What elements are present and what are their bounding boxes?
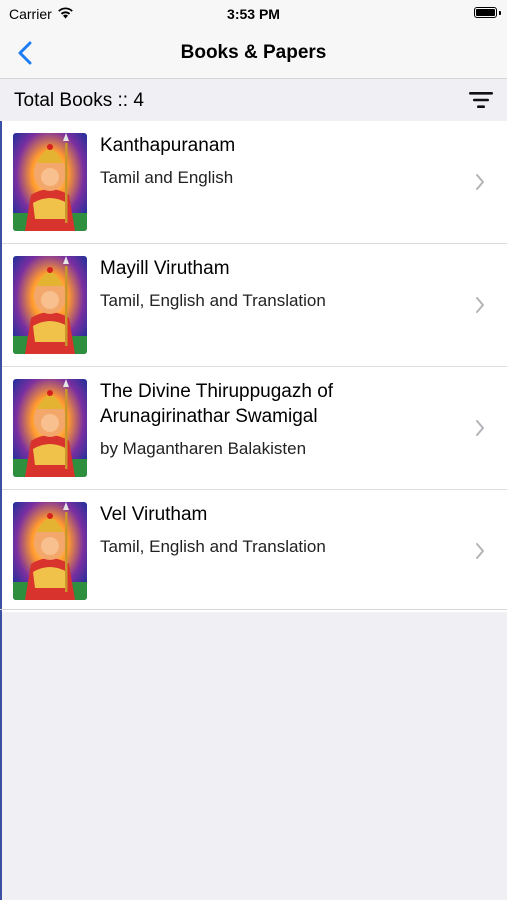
section-header: Total Books :: 4 <box>0 79 507 121</box>
navigation-bar: Books & Papers <box>0 28 507 79</box>
book-cover-thumbnail <box>13 379 87 477</box>
list-divider <box>0 609 507 610</box>
battery-tip <box>499 11 501 15</box>
book-cover-thumbnail <box>13 133 87 231</box>
book-row[interactable]: Mayill Virutham Tamil, English and Trans… <box>2 244 507 367</box>
book-title: Kanthapuranam <box>100 135 236 156</box>
book-title: Vel Virutham <box>100 504 208 525</box>
battery-icon <box>474 7 497 18</box>
book-row[interactable]: Vel Virutham Tamil, English and Translat… <box>2 490 507 612</box>
chevron-left-icon <box>18 41 32 65</box>
filter-icon <box>469 92 493 108</box>
chevron-right-icon <box>476 420 484 436</box>
book-row[interactable]: Kanthapuranam Tamil and English <box>2 121 507 244</box>
status-bar: Carrier 3:53 PM <box>0 0 507 28</box>
book-subtitle: Tamil, English and Translation <box>100 291 326 310</box>
book-cover-thumbnail <box>13 502 87 600</box>
book-cover-thumbnail <box>13 256 87 354</box>
back-button[interactable] <box>10 38 40 68</box>
book-subtitle: by Magantharen Balakisten <box>100 439 307 458</box>
book-title: Mayill Virutham <box>100 258 230 279</box>
book-list: Kanthapuranam Tamil and English Mayill V… <box>2 121 507 612</box>
book-subtitle: Tamil and English <box>100 168 234 187</box>
total-books-label: Total Books :: 4 <box>14 90 144 111</box>
status-time: 3:53 PM <box>227 6 280 22</box>
chevron-right-icon <box>476 543 484 559</box>
book-title: The Divine Thiruppugazh of Arunagirinath… <box>100 381 334 427</box>
book-row[interactable]: The Divine Thiruppugazh of Arunagirinath… <box>2 367 507 490</box>
page-title: Books & Papers <box>180 42 327 63</box>
filter-button[interactable] <box>467 88 495 112</box>
chevron-right-icon <box>476 174 484 190</box>
book-subtitle: Tamil, English and Translation <box>100 537 326 556</box>
chevron-right-icon <box>476 297 484 313</box>
